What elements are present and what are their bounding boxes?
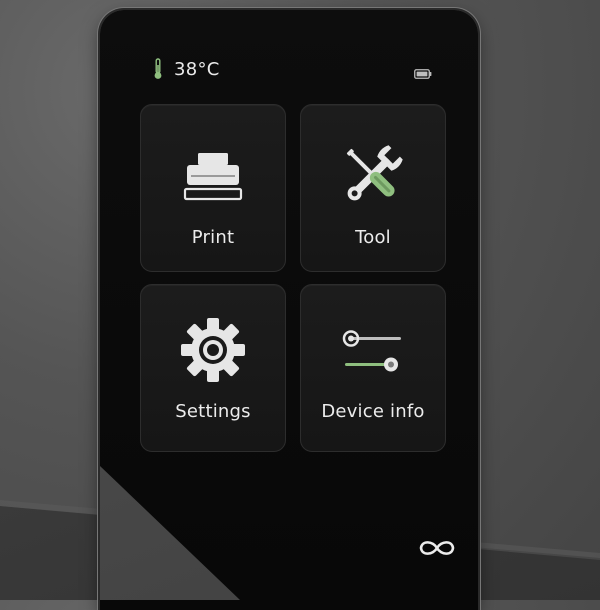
- infinity-logo-icon: [416, 536, 458, 560]
- wrench-screwdriver-icon: [301, 139, 445, 211]
- thermometer-icon: [153, 58, 163, 80]
- device-info-tile[interactable]: Device info: [300, 284, 446, 452]
- tool-tile[interactable]: Tool: [300, 104, 446, 272]
- print-tile[interactable]: Print: [140, 104, 286, 272]
- gear-icon: [141, 315, 285, 385]
- settings-label: Settings: [175, 401, 251, 422]
- temperature-readout: 38°C: [174, 59, 220, 80]
- printer-icon: [141, 151, 285, 203]
- battery-icon: [414, 64, 432, 79]
- tool-label: Tool: [355, 227, 391, 248]
- settings-tile[interactable]: Settings: [140, 284, 286, 452]
- sliders-icon: [301, 325, 445, 377]
- print-label: Print: [191, 227, 235, 248]
- device-info-label: Device info: [321, 401, 425, 422]
- status-bar: 38°C: [150, 58, 440, 82]
